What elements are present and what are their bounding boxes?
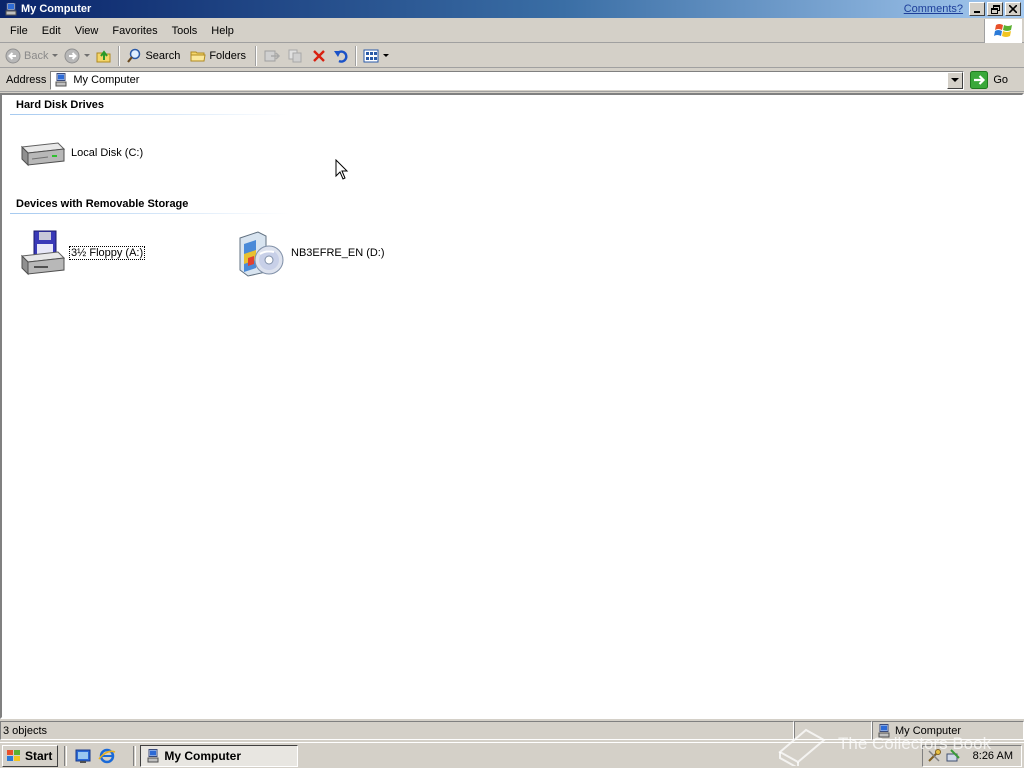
forward-arrow-icon <box>64 48 80 63</box>
toolbar-separator <box>355 45 358 66</box>
close-button[interactable] <box>1005 2 1021 16</box>
restore-icon <box>990 4 1000 14</box>
drive-label: NB3EFRE_EN (D:) <box>291 247 385 259</box>
group-divider <box>10 114 290 115</box>
views-icon <box>363 49 379 62</box>
go-label: Go <box>993 74 1009 86</box>
forward-button[interactable] <box>61 45 93 67</box>
status-location-text: My Computer <box>895 724 962 737</box>
back-dropdown-icon[interactable] <box>52 54 59 57</box>
internet-explorer-icon[interactable] <box>98 747 116 765</box>
up-button[interactable] <box>93 45 115 67</box>
menu-help[interactable]: Help <box>204 21 241 41</box>
folders-icon <box>190 51 206 61</box>
go-button[interactable]: Go <box>970 71 1008 89</box>
title-bar: My Computer Comments? <box>0 0 1024 18</box>
address-input[interactable]: My Computer <box>50 70 965 90</box>
taskbar-grip <box>133 745 137 766</box>
folders-label: Folders <box>209 49 247 62</box>
windows-flag-icon <box>993 24 1012 37</box>
back-button[interactable]: Back <box>2 45 61 67</box>
folders-button[interactable]: Folders <box>187 45 249 67</box>
minimize-icon <box>974 11 980 13</box>
undo-button[interactable] <box>330 45 352 67</box>
my-computer-icon <box>878 723 890 737</box>
status-location: My Computer <box>872 721 1024 740</box>
task-button-my-computer[interactable]: My Computer <box>140 744 299 767</box>
windows-logo <box>984 19 1022 43</box>
clock: 8:26 AM <box>972 750 1013 762</box>
minimize-button[interactable] <box>969 2 985 16</box>
delete-button[interactable] <box>308 45 330 67</box>
tray-network-icon[interactable] <box>945 748 961 764</box>
hard-disk-icon <box>20 142 66 167</box>
show-desktop-icon[interactable] <box>74 747 92 765</box>
my-computer-icon <box>55 73 67 87</box>
copy-to-icon <box>288 49 302 62</box>
my-computer-icon <box>5 2 17 15</box>
toolbar-separator <box>118 45 121 66</box>
go-arrow-icon <box>970 71 989 89</box>
menu-edit[interactable]: Edit <box>35 21 68 41</box>
menu-file[interactable]: File <box>3 21 35 41</box>
menu-tools[interactable]: Tools <box>165 21 205 41</box>
drive-item-cd-d[interactable]: NB3EFRE_EN (D:) <box>236 228 386 278</box>
undo-icon <box>334 49 348 63</box>
views-button[interactable] <box>360 45 392 67</box>
start-label: Start <box>25 748 53 763</box>
move-to-icon <box>264 50 281 61</box>
taskbar: Start My Computer 8:26 AM <box>0 742 1024 768</box>
mouse-pointer-icon <box>335 159 349 180</box>
address-label: Address <box>6 74 47 86</box>
search-label: Search <box>145 49 181 62</box>
file-view-pane[interactable]: Hard Disk Drives Local Disk (C:) Devices… <box>0 93 1024 719</box>
group-header-hard-disk: Hard Disk Drives <box>16 99 105 111</box>
my-computer-icon <box>147 748 159 762</box>
drive-item-local-disk-c[interactable]: Local Disk (C:) <box>18 137 144 169</box>
forward-dropdown-icon[interactable] <box>84 54 91 57</box>
start-button[interactable]: Start <box>2 744 59 767</box>
close-icon <box>1009 5 1017 13</box>
menu-favorites[interactable]: Favorites <box>105 21 164 41</box>
toolbar: Back Search Folders <box>0 44 1024 68</box>
group-header-removable: Devices with Removable Storage <box>16 198 189 210</box>
tray-tools-icon[interactable] <box>926 748 942 764</box>
quicklaunch-grip <box>64 745 68 766</box>
status-panel <box>794 721 872 740</box>
status-objects: 3 objects <box>0 721 794 740</box>
drive-label: Local Disk (C:) <box>71 147 144 159</box>
floppy-drive-icon <box>20 230 66 276</box>
cd-drive-icon <box>239 231 284 277</box>
task-label: My Computer <box>164 748 242 763</box>
delete-x-icon <box>313 49 325 62</box>
status-objects-text: 3 objects <box>3 724 48 737</box>
address-dropdown-button[interactable] <box>947 71 964 89</box>
status-bar: 3 objects My Computer <box>0 720 1024 741</box>
group-divider <box>10 213 290 214</box>
restore-button[interactable] <box>987 2 1003 16</box>
drive-label: 3½ Floppy (A:) <box>68 246 146 260</box>
system-tray: 8:26 AM <box>922 745 1022 767</box>
chevron-down-icon <box>951 78 960 82</box>
back-label: Back <box>24 49 49 62</box>
address-value: My Computer <box>73 74 140 86</box>
back-arrow-icon <box>5 48 21 63</box>
windows-flag-icon <box>7 749 20 761</box>
menu-bar: File Edit View Favorites Tools Help <box>0 19 1024 43</box>
drive-item-floppy-a[interactable]: 3½ Floppy (A:) <box>18 230 146 276</box>
copy-to-button[interactable] <box>284 45 308 67</box>
menu-view[interactable]: View <box>68 21 106 41</box>
folder-up-icon <box>96 49 111 62</box>
comments-link[interactable]: Comments? <box>904 3 963 15</box>
toolbar-separator <box>255 45 258 66</box>
search-button[interactable]: Search <box>123 45 183 67</box>
address-bar: Address My Computer Go <box>0 69 1024 92</box>
search-icon <box>127 48 141 63</box>
window-title: My Computer <box>21 3 92 15</box>
views-dropdown-icon[interactable] <box>383 54 390 57</box>
move-to-button[interactable] <box>260 45 284 67</box>
